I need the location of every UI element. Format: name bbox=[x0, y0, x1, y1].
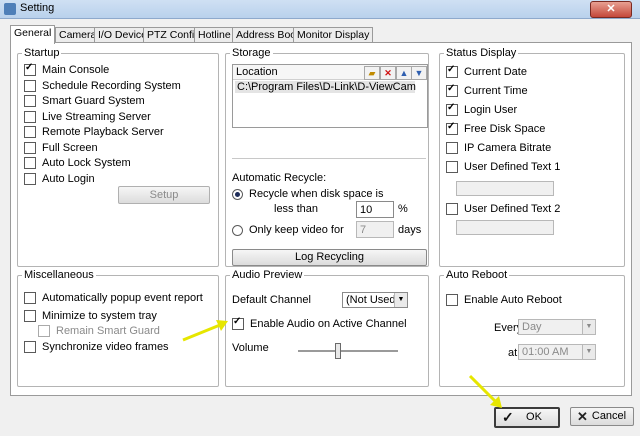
location-list[interactable]: Location ▰ ✕ ▲ ▼ C:\Program Files\D-Link… bbox=[232, 64, 428, 128]
startup-group: Startup Main Console Schedule Recording … bbox=[17, 47, 219, 267]
audio-preview-title: Audio Preview bbox=[230, 269, 305, 281]
highlight-arrow-icon bbox=[468, 374, 502, 408]
checkbox[interactable] bbox=[446, 161, 458, 173]
status-current-date[interactable]: Current Date bbox=[446, 64, 527, 78]
checkbox[interactable] bbox=[24, 310, 36, 322]
chevron-down-icon: ▼ bbox=[582, 345, 595, 359]
location-path[interactable]: C:\Program Files\D-Link\D-ViewCam bbox=[235, 81, 416, 93]
checkbox[interactable] bbox=[232, 316, 244, 330]
startup-full-screen[interactable]: Full Screen bbox=[24, 142, 98, 154]
chevron-down-icon: ▼ bbox=[582, 320, 595, 334]
misc-sync-video[interactable]: Synchronize video frames bbox=[24, 341, 169, 353]
status-current-time[interactable]: Current Time bbox=[446, 83, 528, 97]
every-select[interactable]: Day ▼ bbox=[518, 319, 596, 335]
storage-title: Storage bbox=[230, 47, 273, 59]
storage-separator bbox=[232, 158, 426, 159]
volume-slider-handle[interactable] bbox=[335, 343, 341, 359]
checkbox[interactable] bbox=[446, 121, 458, 135]
automatic-recycle-label: Automatic Recycle: bbox=[232, 172, 327, 184]
radio-dot[interactable] bbox=[232, 224, 243, 236]
tab-general[interactable]: General bbox=[10, 25, 56, 44]
auto-reboot-title: Auto Reboot bbox=[444, 269, 510, 281]
startup-remote-playback[interactable]: Remote Playback Server bbox=[24, 126, 164, 138]
checkbox[interactable] bbox=[446, 64, 458, 78]
checkbox[interactable] bbox=[24, 142, 36, 154]
startup-live-streaming[interactable]: Live Streaming Server bbox=[24, 111, 151, 123]
general-panel: Startup Main Console Schedule Recording … bbox=[10, 42, 632, 396]
enable-auto-reboot[interactable]: Enable Auto Reboot bbox=[446, 294, 562, 306]
startup-auto-login[interactable]: Auto Login bbox=[24, 173, 95, 185]
status-user-text-1[interactable]: User Defined Text 1 bbox=[446, 161, 560, 173]
volume-slider-track[interactable] bbox=[298, 350, 398, 353]
misc-auto-popup[interactable]: Automatically popup event report bbox=[24, 292, 203, 304]
location-header: Location ▰ ✕ ▲ ▼ bbox=[233, 65, 427, 80]
move-up-icon[interactable]: ▲ bbox=[396, 66, 412, 80]
cancel-x-icon: ✕ bbox=[577, 409, 588, 424]
status-display-title: Status Display bbox=[444, 47, 519, 59]
status-ip-camera-bitrate[interactable]: IP Camera Bitrate bbox=[446, 142, 551, 154]
checkbox[interactable] bbox=[446, 83, 458, 97]
title-bar: Setting ✕ bbox=[0, 0, 640, 19]
tab-monitor-display[interactable]: Monitor Display bbox=[293, 27, 374, 43]
checkbox[interactable] bbox=[24, 157, 36, 169]
at-label: at bbox=[508, 347, 518, 359]
location-header-label: Location bbox=[236, 66, 278, 78]
storage-group: Storage Location ▰ ✕ ▲ ▼ C:\Program File… bbox=[225, 47, 429, 267]
checkbox[interactable] bbox=[38, 325, 50, 337]
audio-preview-group: Audio Preview Default Channel (Not Used)… bbox=[225, 269, 429, 387]
only-keep-radio[interactable]: Only keep video for bbox=[232, 224, 344, 236]
status-display-group: Status Display Current Date Current Time… bbox=[439, 47, 625, 267]
checkbox[interactable] bbox=[446, 102, 458, 116]
at-select[interactable]: 01:00 AM ▼ bbox=[518, 344, 596, 360]
status-free-disk-space[interactable]: Free Disk Space bbox=[446, 121, 545, 135]
default-channel-label: Default Channel bbox=[232, 294, 311, 306]
window-title: Setting bbox=[20, 2, 55, 14]
auto-reboot-group: Auto Reboot Enable Auto Reboot Every Day… bbox=[439, 269, 625, 387]
less-than-label: less than bbox=[274, 203, 319, 215]
recycle-when-radio[interactable]: Recycle when disk space is bbox=[232, 188, 384, 200]
radio-dot[interactable] bbox=[232, 188, 243, 200]
user-text-1-input[interactable] bbox=[456, 181, 554, 196]
checkbox[interactable] bbox=[24, 80, 36, 92]
status-login-user[interactable]: Login User bbox=[446, 102, 517, 116]
enable-audio-checkbox[interactable]: Enable Audio on Active Channel bbox=[232, 316, 407, 330]
checkbox[interactable] bbox=[24, 292, 36, 304]
checkbox[interactable] bbox=[446, 203, 458, 215]
status-user-text-2[interactable]: User Defined Text 2 bbox=[446, 203, 560, 215]
checkbox[interactable] bbox=[446, 294, 458, 306]
checkbox[interactable] bbox=[24, 111, 36, 123]
startup-main-console[interactable]: Main Console bbox=[24, 62, 109, 76]
startup-smart-guard[interactable]: Smart Guard System bbox=[24, 95, 145, 107]
percent-input[interactable]: 10 bbox=[356, 201, 394, 218]
misc-remain-smart-guard[interactable]: Remain Smart Guard bbox=[38, 325, 160, 337]
days-unit: days bbox=[398, 224, 422, 236]
highlight-arrow-icon bbox=[182, 320, 228, 342]
startup-schedule-recording[interactable]: Schedule Recording System bbox=[24, 80, 181, 92]
delete-icon[interactable]: ✕ bbox=[380, 66, 396, 80]
cancel-button[interactable]: ✕ Cancel bbox=[570, 407, 634, 426]
chevron-down-icon: ▼ bbox=[394, 293, 407, 307]
user-text-2-input[interactable] bbox=[456, 220, 554, 235]
days-input[interactable]: 7 bbox=[356, 221, 394, 238]
log-recycling-button[interactable]: Log Recycling bbox=[232, 249, 427, 266]
close-button[interactable]: ✕ bbox=[590, 1, 632, 18]
checkbox[interactable] bbox=[24, 173, 36, 185]
startup-auto-lock[interactable]: Auto Lock System bbox=[24, 157, 131, 169]
setup-button[interactable]: Setup bbox=[118, 186, 210, 204]
misc-title: Miscellaneous bbox=[22, 269, 96, 281]
volume-label: Volume bbox=[232, 342, 269, 354]
tab-hotline[interactable]: Hotline bbox=[194, 27, 235, 43]
default-channel-select[interactable]: (Not Used) ▼ bbox=[342, 292, 408, 308]
checkbox[interactable] bbox=[24, 341, 36, 353]
checkbox[interactable] bbox=[24, 126, 36, 138]
app-icon bbox=[4, 3, 16, 15]
percent-unit: % bbox=[398, 203, 408, 215]
startup-title: Startup bbox=[22, 47, 62, 59]
checkbox[interactable] bbox=[24, 95, 36, 107]
move-down-icon[interactable]: ▼ bbox=[411, 66, 427, 80]
misc-minimize-tray[interactable]: Minimize to system tray bbox=[24, 310, 157, 322]
checkbox[interactable] bbox=[446, 142, 458, 154]
checkbox[interactable] bbox=[24, 62, 36, 76]
folder-open-icon[interactable]: ▰ bbox=[364, 66, 380, 80]
